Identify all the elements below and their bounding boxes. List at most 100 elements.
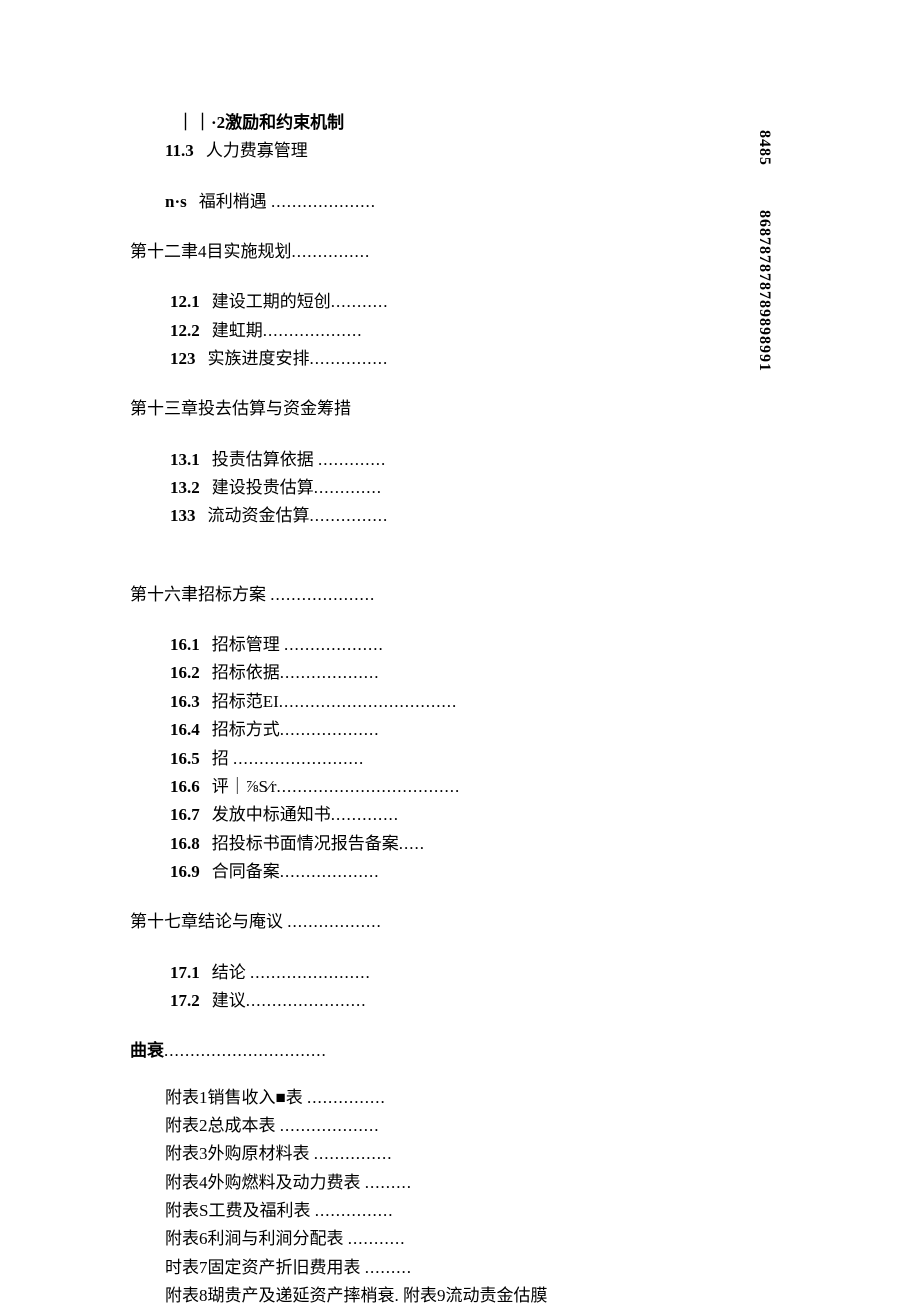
- spacer: [130, 267, 730, 289]
- toc-entry: 11.3人力费寡管理: [130, 138, 730, 164]
- entry-label: 流动资金估算: [208, 503, 310, 529]
- spacer: [130, 938, 730, 960]
- entry-label: 招标方式: [212, 717, 280, 743]
- leader-dots: .........: [365, 1255, 412, 1281]
- leader-dots: .......................: [250, 960, 371, 986]
- entry-number: 16.8: [170, 831, 200, 857]
- toc-entry: 17.1结论 .......................: [130, 960, 730, 986]
- toc-entry: ｜｜·2激励和约束机制: [130, 110, 730, 136]
- toc-entry: 附表6利涧与利涧分配表 ...........: [130, 1226, 730, 1252]
- entry-number: 13.1: [170, 447, 200, 473]
- entry-label: 评｜⅞S⁄r: [212, 774, 277, 800]
- toc-entry: 第十七章结论与庵议 ..................: [130, 909, 730, 935]
- toc-entry: 16.3 招标范EI...............................…: [130, 689, 730, 715]
- toc-entry: 附表3外购原材料表 ...............: [130, 1141, 730, 1167]
- entry-label: 第十七章结论与庵议: [130, 909, 287, 935]
- toc-entry: 16.1 招标管理 ...................: [130, 632, 730, 658]
- toc-entry: 13.2建设投贵估算.............: [130, 475, 730, 501]
- entry-number: 13.2: [170, 475, 200, 501]
- spacer: [130, 374, 730, 396]
- entry-label: 附表4外购燃料及动力费表: [165, 1170, 365, 1196]
- entry-label: 曲衰: [130, 1038, 164, 1064]
- entry-label: 人力费寡管理: [206, 138, 308, 164]
- entry-number: 16.6: [170, 774, 200, 800]
- entry-number: 16.3: [170, 689, 200, 715]
- leader-dots: ...............: [307, 1085, 386, 1111]
- toc-entry: 第十二聿4目实施规划...............: [130, 239, 730, 265]
- spacer: [130, 217, 730, 239]
- spacer: [130, 425, 730, 447]
- entry-label: 实族进度安排: [208, 346, 310, 372]
- toc-entry: 123实族进度安排...............: [130, 346, 730, 372]
- entry-label: 第十三章投去估算与资金筹措: [130, 396, 351, 422]
- toc-entry: 第十三章投去估算与资金筹措: [130, 396, 730, 422]
- leader-dots: ....................: [271, 189, 376, 215]
- entry-label: 附表8瑚贵产及递延资产摔梢衰. 附表9流动责金估膜: [165, 1283, 548, 1309]
- leader-dots: ...............: [292, 239, 371, 265]
- toc-entry: 第十六聿招标方案 ....................: [130, 582, 730, 608]
- toc-entry: 13.1投责估算依据 .............: [130, 447, 730, 473]
- toc-entry: 附表S工费及福利表 ...............: [130, 1198, 730, 1224]
- spacer: [130, 1016, 730, 1038]
- entry-label: 第十六聿招标方案: [130, 582, 270, 608]
- toc-entry: 附表2总成本表 ...................: [130, 1113, 730, 1139]
- entry-label: 招标依据: [212, 660, 280, 686]
- entry-number: 17.2: [170, 988, 200, 1014]
- entry-label: 时表7固定资产折旧费用表: [165, 1255, 365, 1281]
- toc-entry: 17.2建议.......................: [130, 988, 730, 1014]
- entry-label: 结论: [212, 960, 250, 986]
- entry-number: 16.5: [170, 746, 200, 772]
- leader-dots: ...............: [310, 346, 389, 372]
- entry-number: 12.2: [170, 318, 200, 344]
- toc-entry: 曲衰...............................: [130, 1038, 730, 1064]
- toc-entry: 133流动资金估算...............: [130, 503, 730, 529]
- leader-dots: ...........: [331, 289, 389, 315]
- leader-dots: ...............: [310, 503, 389, 529]
- toc-content: ｜｜·2激励和约束机制11.3人力费寡管理n·s福利梢遇 ...........…: [130, 110, 730, 1311]
- entry-label: 发放中标通知书: [212, 802, 331, 828]
- entry-label: 招标管理: [212, 632, 284, 658]
- leader-dots: .............: [318, 447, 386, 473]
- spacer: [130, 532, 730, 582]
- leader-dots: .........: [365, 1170, 412, 1196]
- entry-label: 合同备案: [212, 859, 280, 885]
- leader-dots: ...................: [280, 717, 380, 743]
- leader-dots: ...................: [280, 859, 380, 885]
- entry-number: 16.7: [170, 802, 200, 828]
- entry-label: 招标范EI: [212, 689, 279, 715]
- spacer: [130, 167, 730, 189]
- entry-number: 16.4: [170, 717, 200, 743]
- entry-label: 福利梢遇: [199, 189, 271, 215]
- toc-entry: 16.4 招标方式...................: [130, 717, 730, 743]
- spacer: [130, 610, 730, 632]
- entry-label: 附表3外购原材料表: [165, 1141, 314, 1167]
- toc-entry: 16.2 招标依据...................: [130, 660, 730, 686]
- entry-label: 第十二聿4目实施规划: [130, 239, 292, 265]
- leader-dots: ...................: [263, 318, 363, 344]
- spacer: [130, 887, 730, 909]
- leader-dots: ...................: [280, 660, 380, 686]
- page-numbers-block-2: 868787878789898991: [755, 210, 773, 372]
- leader-dots: ...................: [284, 632, 384, 658]
- toc-entry: 16.5招 .........................: [130, 746, 730, 772]
- toc-entry: 16.6评｜⅞S⁄r..............................…: [130, 774, 730, 800]
- leader-dots: .......................: [246, 988, 367, 1014]
- entry-label: 附表1销售收入■表: [165, 1085, 307, 1111]
- entry-number: 16.1: [170, 632, 200, 658]
- entry-number: 12.1: [170, 289, 200, 315]
- toc-entry: 附表4外购燃料及动力费表 .........: [130, 1170, 730, 1196]
- entry-label: 建设工期的短创: [212, 289, 331, 315]
- spacer: [130, 1067, 730, 1085]
- toc-entry: 时表7固定资产折旧费用表 .........: [130, 1255, 730, 1281]
- toc-entry: 16.7 发放中标通知书.............: [130, 802, 730, 828]
- leader-dots: ...............................: [164, 1038, 327, 1064]
- entry-label: 招投标书面情况报告备案: [212, 831, 399, 857]
- leader-dots: ...............: [315, 1198, 394, 1224]
- toc-entry: 附表1销售收入■表 ...............: [130, 1085, 730, 1111]
- leader-dots: .............: [331, 802, 399, 828]
- leader-dots: .........................: [233, 746, 364, 772]
- entry-number: 16.2: [170, 660, 200, 686]
- entry-number: 16.9: [170, 859, 200, 885]
- toc-entry: 16.8招投标书面情况报告备案.....: [130, 831, 730, 857]
- leader-dots: ..................................: [279, 689, 458, 715]
